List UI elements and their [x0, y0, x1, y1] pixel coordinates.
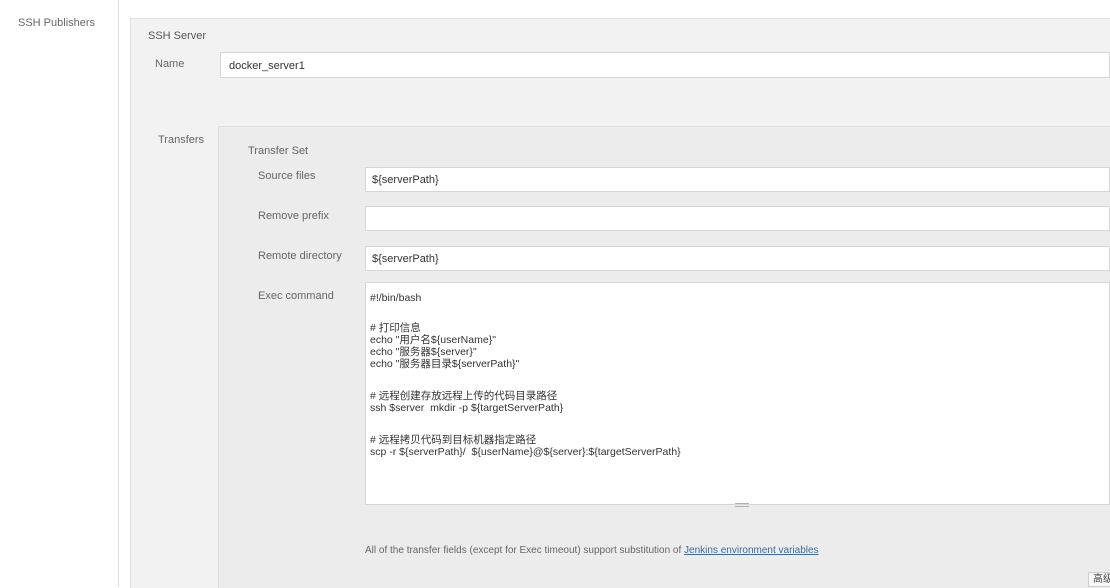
help-text: All of the transfer fields (except for E…: [365, 545, 685, 556]
ssh-server-title: SSH Server: [148, 30, 207, 42]
exec-command-line: scp -r ${serverPath}/ ${userName}@${serv…: [370, 446, 681, 458]
name-label: Name: [155, 58, 185, 70]
left-column: [0, 0, 119, 587]
remove-prefix-input[interactable]: [365, 206, 1110, 231]
exec-command-line: # 远程拷贝代码到目标机器指定路径: [370, 434, 537, 446]
exec-command-line: # 打印信息: [370, 322, 421, 334]
exec-command-line: echo "服务器目录${serverPath}": [370, 358, 520, 370]
exec-command-line: # 远程创建存放远程上传的代码目录路径: [370, 390, 558, 402]
exec-command-label: Exec command: [258, 290, 334, 302]
resize-grip-icon[interactable]: [735, 503, 749, 507]
exec-command-line: echo "服务器${server}": [370, 346, 477, 358]
source-files-input[interactable]: ${serverPath}: [365, 167, 1110, 192]
exec-command-line: echo "用户名${userName}": [370, 334, 496, 346]
section-label-ssh-publishers: SSH Publishers: [18, 17, 96, 29]
remote-directory-label: Remote directory: [258, 250, 342, 262]
remote-directory-input[interactable]: ${serverPath}: [365, 246, 1110, 271]
source-files-label: Source files: [258, 170, 316, 182]
exec-command-line: ssh $server mkdir -p ${targetServerPath}: [370, 402, 564, 414]
transfer-set-title: Transfer Set: [248, 145, 309, 157]
name-input[interactable]: docker_server1: [220, 52, 1110, 78]
remove-prefix-label: Remove prefix: [258, 210, 329, 222]
jenkins-env-vars-link[interactable]: Jenkins environment variables: [684, 545, 819, 556]
advanced-button[interactable]: 高级...: [1088, 572, 1110, 587]
exec-command-textarea[interactable]: #!/bin/bash # 打印信息 echo "用户名${userName}"…: [365, 282, 1110, 505]
transfer-help-text: All of the transfer fields (except for E…: [365, 545, 819, 556]
exec-command-line: #!/bin/bash: [370, 292, 422, 304]
transfers-label: Transfers: [158, 134, 205, 146]
